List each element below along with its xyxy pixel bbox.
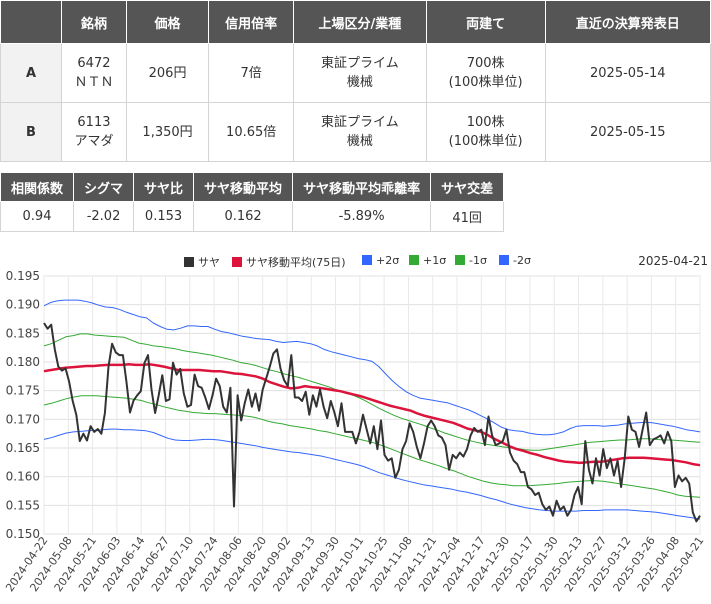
y-tick-label: 0.170 <box>6 412 40 426</box>
sector-name: 機械 <box>346 134 373 149</box>
header-stock: 銘柄 <box>61 0 127 44</box>
market-name: 東証プライム <box>321 56 399 71</box>
legend-swatch <box>499 255 509 265</box>
stock-code: 6472 <box>77 56 111 71</box>
y-tick-label: 0.175 <box>6 384 40 398</box>
stat-ma-deviation: -5.89% <box>292 201 432 232</box>
y-tick-label: 0.195 <box>6 269 40 283</box>
market-name: 東証プライム <box>321 115 399 130</box>
y-tick-label: 0.185 <box>6 326 40 340</box>
stat-header-sigma: シグマ <box>73 172 135 202</box>
earnings-date-cell: 2025-05-14 <box>544 43 711 103</box>
share-unit: (100株単位) <box>448 75 523 90</box>
row-label: A <box>0 43 62 103</box>
stock-name: アマダ <box>74 134 114 149</box>
stat-header-crossings: サヤ交差 <box>430 172 505 202</box>
market-cell: 東証プライム 機械 <box>293 43 427 103</box>
header-price: 価格 <box>125 0 210 44</box>
share-count: 100株 <box>466 115 505 130</box>
header-earnings-date: 直近の決算発表日 <box>544 0 711 44</box>
stat-header-spread-ma: サヤ移動平均 <box>193 172 294 202</box>
stat-spread-ratio: 0.153 <box>133 201 195 232</box>
spread-chart: 0.150 0.155 0.160 0.165 0.170 0.175 0.180 0.185… <box>3 269 706 594</box>
y-tick-label: 0.150 <box>6 527 40 541</box>
shares-cell: 100株 (100株単位) <box>425 102 546 162</box>
plot-area <box>43 275 701 535</box>
table-row: B 6113 アマダ 1,350円 10.65倍 東証プライム 機械 100株 (10… <box>0 102 711 162</box>
header-both-positions: 両建て <box>425 0 546 44</box>
spread-stats-table: 相関係数 シグマ サヤ比 サヤ移動平均 サヤ移動平均乖離率 サヤ交差 0.94 … <box>0 172 505 232</box>
earnings-date-cell: 2025-05-15 <box>544 102 711 162</box>
y-tick-label: 0.190 <box>6 298 40 312</box>
share-count: 700株 <box>466 56 505 71</box>
share-unit: (100株単位) <box>448 134 523 149</box>
pair-header-corner <box>0 0 62 44</box>
stat-sigma: -2.02 <box>73 201 135 232</box>
pair-comparison-table: 銘柄 価格 信用倍率 上場区分/業種 両建て 直近の決算発表日 A 6472 ＮＴ… <box>0 0 711 162</box>
y-tick-label: 0.165 <box>6 441 40 455</box>
table-row: A 6472 ＮＴＮ 206円 7倍 東証プライム 機械 700株 (100株単位) … <box>0 43 711 103</box>
stock-cell: 6113 アマダ <box>61 102 127 162</box>
stat-header-correlation: 相関係数 <box>0 172 75 202</box>
row-label: B <box>0 102 62 162</box>
y-tick-label: 0.180 <box>6 355 40 369</box>
legend-swatch <box>409 255 419 265</box>
stat-correlation: 0.94 <box>0 201 75 232</box>
margin-ratio-cell: 7倍 <box>208 43 295 103</box>
legend-swatch <box>362 255 372 265</box>
stat-header-spread-ratio: サヤ比 <box>133 172 195 202</box>
stock-code: 6113 <box>77 115 111 130</box>
price-cell: 206円 <box>125 43 210 103</box>
stock-cell: 6472 ＮＴＮ <box>61 43 127 103</box>
sector-name: 機械 <box>346 75 373 90</box>
legend-swatch <box>455 255 465 265</box>
y-tick-label: 0.155 <box>6 498 40 512</box>
margin-ratio-cell: 10.65倍 <box>208 102 295 162</box>
market-cell: 東証プライム 機械 <box>293 102 427 162</box>
shares-cell: 700株 (100株単位) <box>425 43 546 103</box>
stat-header-ma-deviation: サヤ移動平均乖離率 <box>292 172 432 202</box>
price-cell: 1,350円 <box>125 102 210 162</box>
header-market-sector: 上場区分/業種 <box>293 0 427 44</box>
stat-spread-ma: 0.162 <box>193 201 294 232</box>
header-margin-ratio: 信用倍率 <box>208 0 295 44</box>
stock-name: ＮＴＮ <box>74 75 114 90</box>
stat-crossings: 41回 <box>430 201 505 232</box>
y-tick-label: 0.160 <box>6 470 40 484</box>
